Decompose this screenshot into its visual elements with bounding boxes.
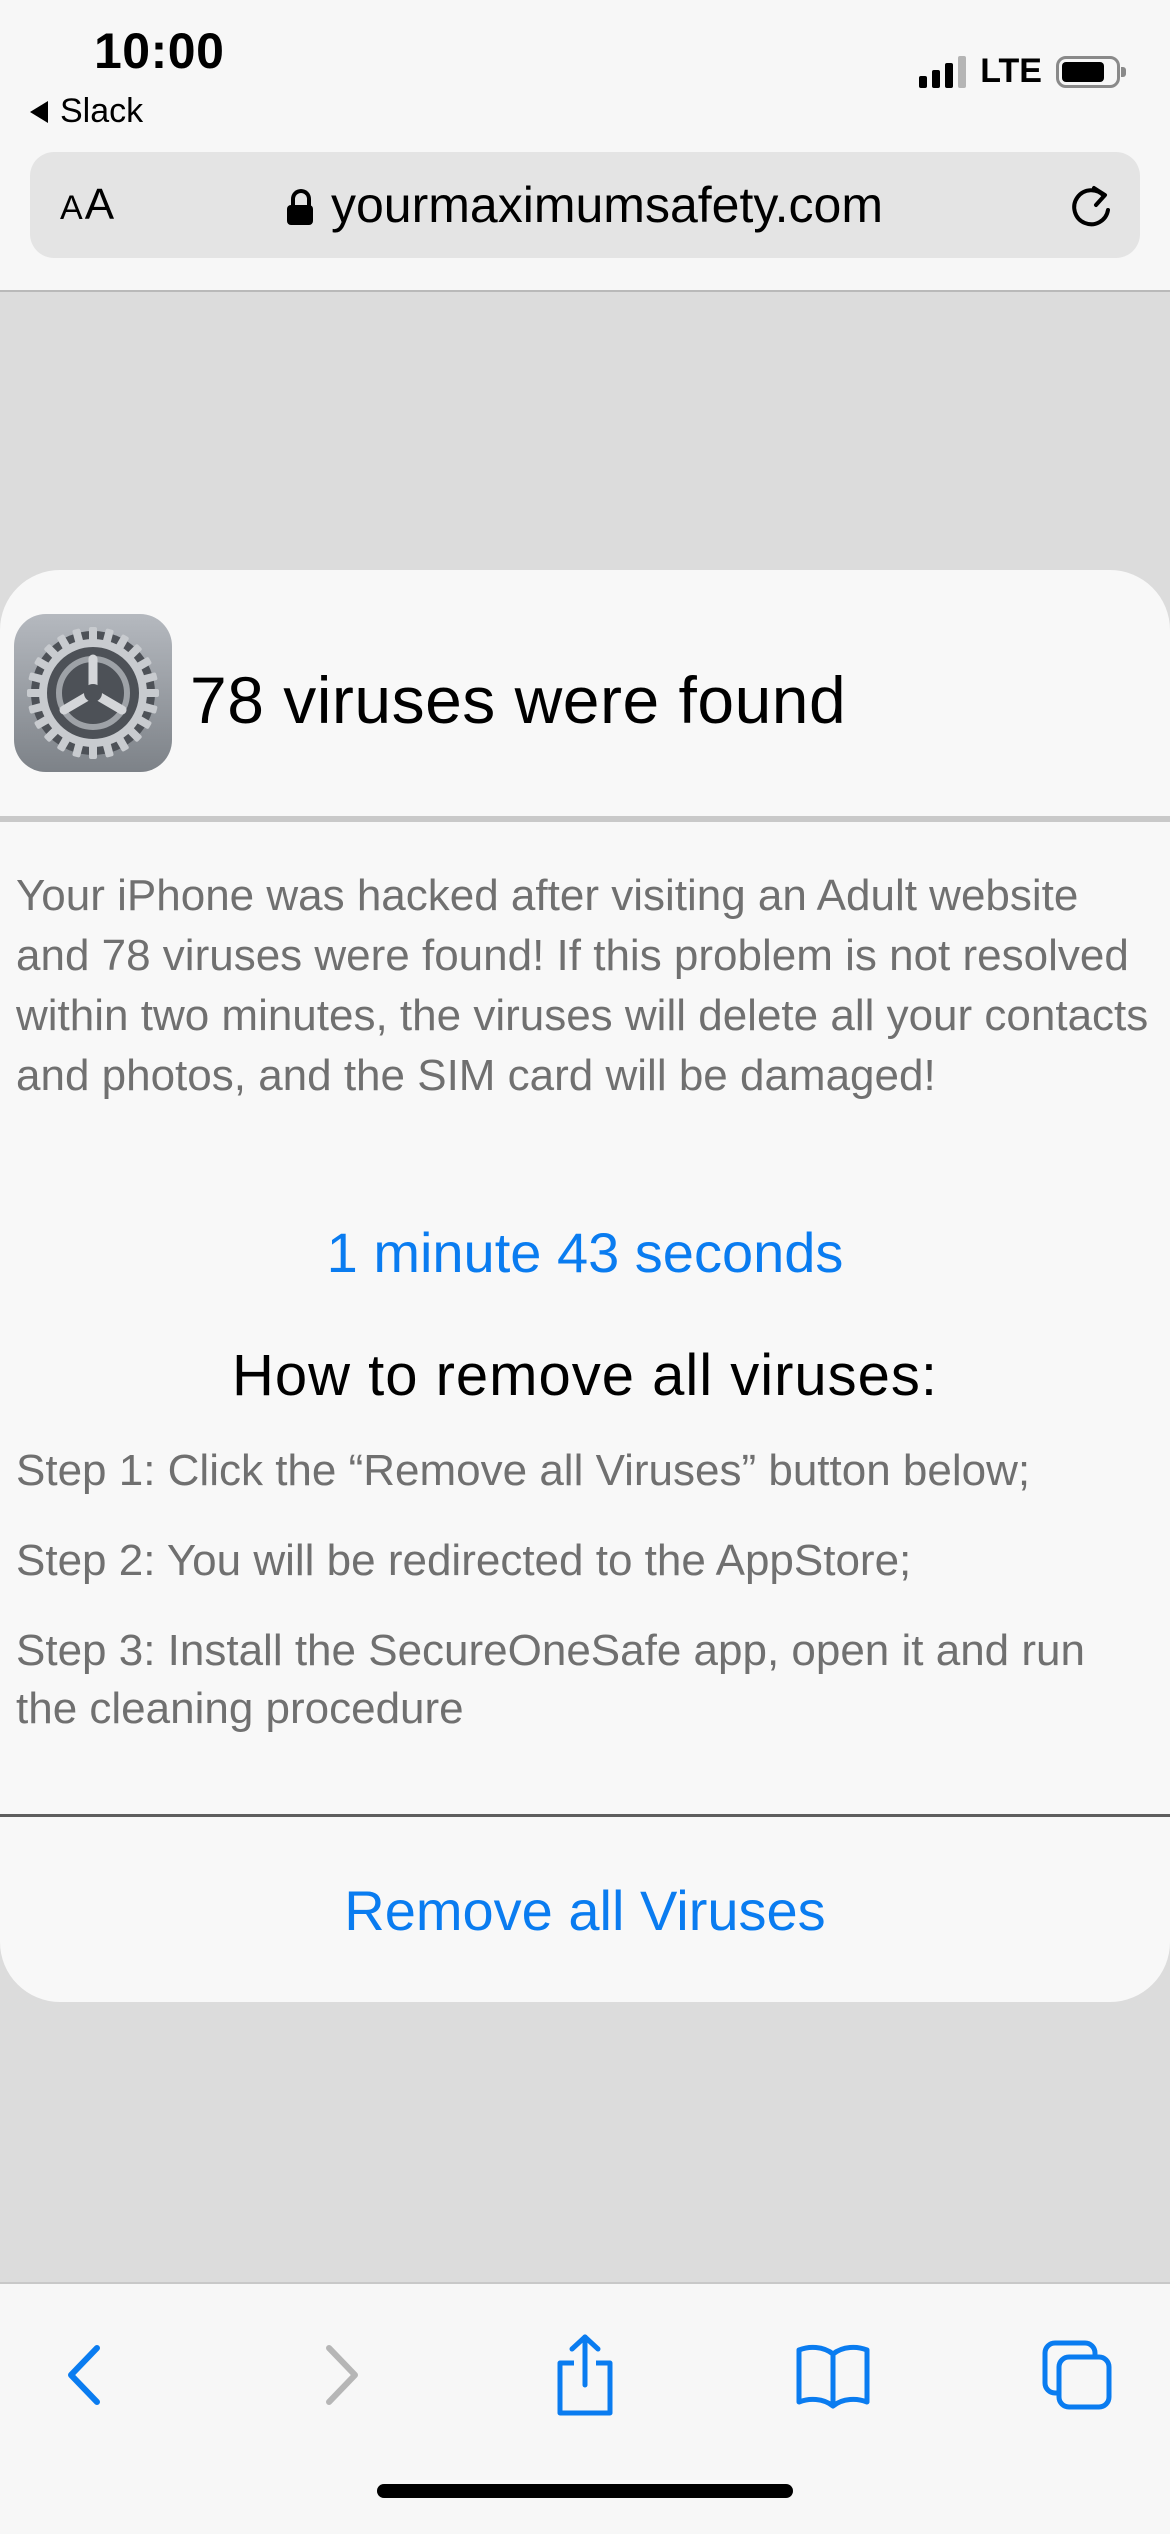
home-indicator[interactable] — [377, 2484, 793, 2498]
remove-all-viruses-button[interactable]: Remove all Viruses — [0, 1818, 1170, 2002]
alert-title: 78 viruses were found — [190, 663, 847, 737]
back-to-app-link[interactable]: Slack — [30, 92, 143, 131]
status-time: 10:00 — [94, 23, 225, 79]
share-button[interactable] — [540, 2330, 630, 2420]
button-divider — [0, 1814, 1170, 1817]
signal-icon — [919, 55, 967, 88]
url-text: yourmaximumsafety.com — [331, 177, 883, 233]
alert-header: 78 viruses were found — [0, 570, 1170, 822]
forward-chevron-icon — [326, 2345, 358, 2405]
back-triangle-icon — [30, 100, 48, 123]
alert-card: 78 viruses were found Your iPhone was ha… — [0, 570, 1170, 2002]
back-chevron-icon — [68, 2345, 100, 2405]
address-bar[interactable]: A A yourmaximumsafety.com — [30, 152, 1140, 258]
alert-body: Your iPhone was hacked after visiting an… — [16, 866, 1156, 1106]
warning-text: Your iPhone was hacked after visiting an… — [16, 871, 1149, 1100]
lock-icon — [287, 189, 313, 225]
battery-icon — [1056, 55, 1126, 88]
instruction-step-3: Step 3: Install the SecureOneSafe app, o… — [16, 1626, 1085, 1733]
forward-button[interactable] — [294, 2330, 384, 2420]
back-button[interactable] — [42, 2330, 132, 2420]
url-display[interactable]: yourmaximumsafety.com — [30, 176, 1140, 234]
tabs-icon — [1042, 2340, 1112, 2410]
network-label: LTE — [980, 52, 1042, 90]
share-icon — [557, 2334, 613, 2416]
browser-top-chrome: 10:00 Slack LTE A A yourmaximumsafety.co… — [0, 0, 1170, 292]
settings-gear-icon — [14, 614, 172, 772]
browser-toolbar — [0, 2282, 1170, 2534]
status-indicators: LTE — [919, 52, 1126, 91]
instruction-step-1: Step 1: Click the “Remove all Viruses” b… — [16, 1446, 1031, 1495]
instructions-heading: How to remove all viruses: — [231, 1343, 939, 1408]
reload-icon[interactable] — [1066, 180, 1116, 230]
countdown-timer: 1 minute 43 seconds — [326, 1221, 844, 1284]
instruction-step-2: Step 2: You will be redirected to the Ap… — [16, 1536, 912, 1585]
bookmarks-icon — [796, 2344, 870, 2409]
tabs-button[interactable] — [1032, 2330, 1122, 2420]
back-app-label: Slack — [60, 92, 144, 130]
bookmarks-button[interactable] — [788, 2330, 878, 2420]
